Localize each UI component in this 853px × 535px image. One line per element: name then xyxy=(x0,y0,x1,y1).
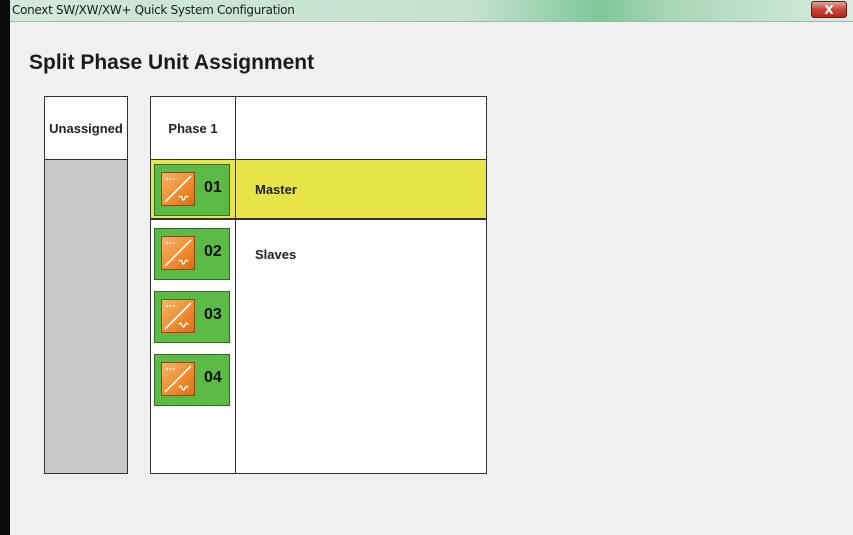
column-divider xyxy=(235,97,236,473)
unit-number: 03 xyxy=(204,306,222,323)
inverter-icon xyxy=(161,172,195,206)
unit-number: 01 xyxy=(204,179,222,196)
title-bar[interactable]: Conext SW/XW/XW+ Quick System Configurat… xyxy=(10,0,853,22)
page-title: Split Phase Unit Assignment xyxy=(29,51,315,74)
phase-1-header: Phase 1 xyxy=(168,120,218,136)
inverter-icon xyxy=(161,362,195,396)
window-title: Conext SW/XW/XW+ Quick System Configurat… xyxy=(12,3,295,17)
close-icon: X xyxy=(824,2,834,17)
unassigned-header: Unassigned xyxy=(45,97,127,160)
inverter-icon xyxy=(161,236,195,270)
app-window: Conext SW/XW/XW+ Quick System Configurat… xyxy=(0,0,853,535)
unit-tile-01[interactable]: 01 xyxy=(154,164,230,216)
slaves-label: Slaves xyxy=(255,247,297,262)
unassigned-column[interactable]: Unassigned xyxy=(44,96,128,474)
unit-number: 04 xyxy=(204,369,222,386)
phase-table: Phase 1 Master Slaves 01 02 03 04 xyxy=(150,96,487,474)
unit-tile-02[interactable]: 02 xyxy=(154,228,230,280)
unit-number: 02 xyxy=(204,243,222,260)
master-label: Master xyxy=(255,182,297,197)
close-button[interactable]: X xyxy=(811,1,847,18)
inverter-icon xyxy=(161,299,195,333)
unit-tile-04[interactable]: 04 xyxy=(154,354,230,406)
unit-tile-03[interactable]: 03 xyxy=(154,291,230,343)
